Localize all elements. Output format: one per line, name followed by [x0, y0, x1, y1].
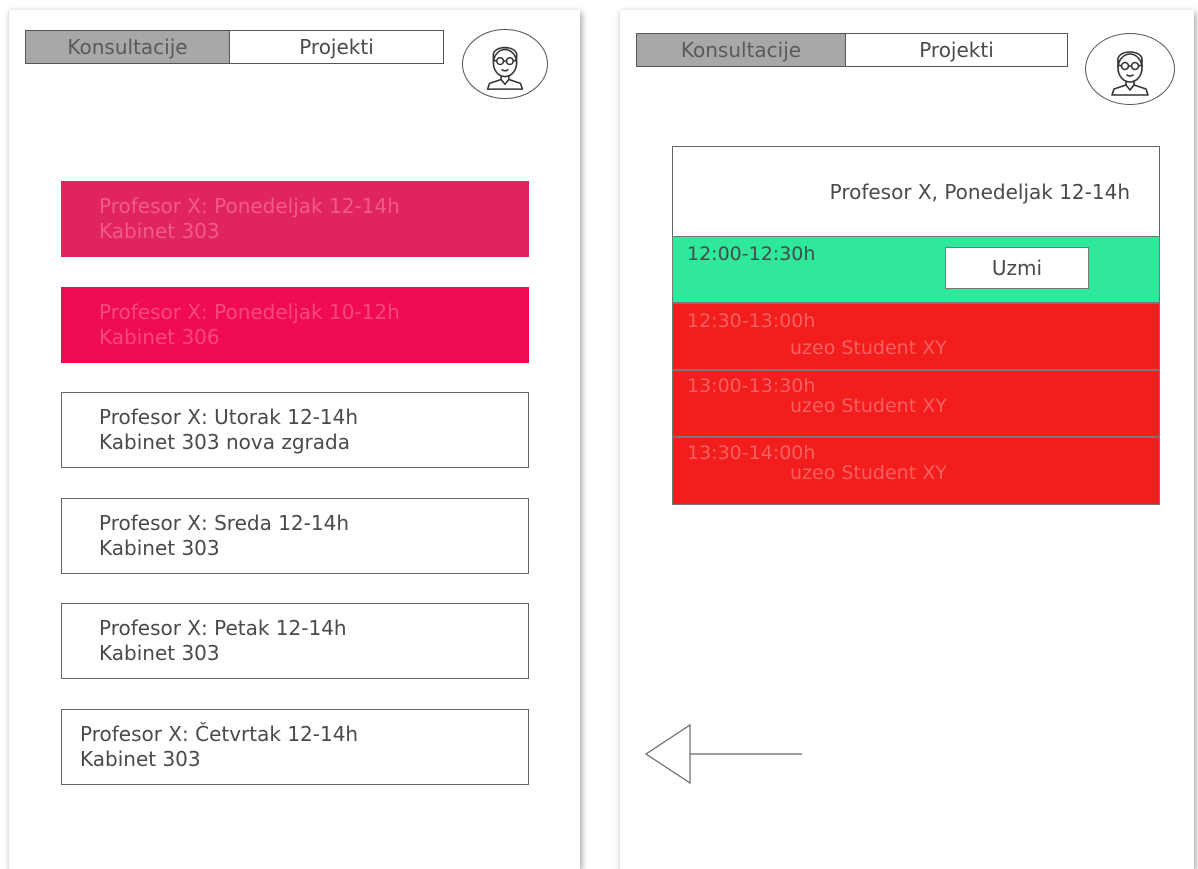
time-slot-1: 12:00-12:30h Uzmi [672, 236, 1160, 303]
consultation-item-5[interactable]: Profesor X: Petak 12-14h Kabinet 303 [61, 603, 529, 679]
slot-taken-by: uzeo Student XY [790, 337, 947, 359]
consultation-room: Kabinet 303 [99, 536, 220, 560]
time-slot-3: 13:00-13:30h uzeo Student XY [672, 370, 1160, 437]
consultation-detail-screen: Konsultacije Projekti Profesor X, Ponede… [619, 10, 1194, 869]
consultation-title: Profesor X: Ponedeljak 12-14h [99, 194, 400, 218]
tab-projekti[interactable]: Projekti [230, 31, 443, 63]
time-slot-2: 12:30-13:00h uzeo Student XY [672, 303, 1160, 370]
time-slot-4: 13:30-14:00h uzeo Student XY [672, 437, 1160, 505]
profile-avatar[interactable] [462, 29, 548, 99]
consultation-title: Profesor X: Utorak 12-14h [99, 405, 359, 429]
slot-taken-by: uzeo Student XY [790, 395, 947, 417]
consultation-title: Profesor X: Sreda 12-14h [99, 511, 349, 535]
arrow-left-icon[interactable] [644, 724, 804, 784]
tab-bar: Konsultacije Projekti [636, 33, 1068, 67]
slot-time: 13:00-13:30h [687, 375, 816, 397]
slot-time: 13:30-14:00h [687, 442, 816, 464]
consultation-room: Kabinet 306 [99, 325, 220, 349]
consultation-item-3[interactable]: Profesor X: Utorak 12-14h Kabinet 303 no… [61, 392, 529, 468]
consultation-room: Kabinet 303 [99, 641, 220, 665]
slot-time: 12:00-12:30h [687, 243, 816, 265]
user-avatar-icon [1111, 51, 1149, 96]
tab-projekti[interactable]: Projekti [846, 34, 1067, 66]
consultation-title: Profesor X: Četvrtak 12-14h [80, 722, 359, 746]
take-slot-button[interactable]: Uzmi [945, 247, 1089, 289]
tab-konsultacije[interactable]: Konsultacije [637, 34, 846, 66]
consultation-item-4[interactable]: Profesor X: Sreda 12-14h Kabinet 303 [61, 498, 529, 574]
consultation-item-1[interactable]: Profesor X: Ponedeljak 12-14h Kabinet 30… [61, 181, 529, 257]
consultation-item-6[interactable]: Profesor X: Četvrtak 12-14h Kabinet 303 [61, 709, 529, 785]
consultations-list-screen: Konsultacije Projekti Profesor X: Ponede… [8, 10, 580, 869]
time-slot-panel: Profesor X, Ponedeljak 12-14h 12:00-12:3… [672, 146, 1160, 505]
consultation-item-2[interactable]: Profesor X: Ponedeljak 10-12h Kabinet 30… [61, 287, 529, 363]
slot-taken-by: uzeo Student XY [790, 462, 947, 484]
tab-bar: Konsultacije Projekti [25, 30, 444, 64]
consultation-title: Profesor X: Ponedeljak 10-12h [99, 300, 400, 324]
consultation-room: Kabinet 303 [99, 219, 220, 243]
consultation-title: Profesor X: Petak 12-14h [99, 616, 347, 640]
profile-avatar[interactable] [1085, 33, 1175, 105]
consultation-room: Kabinet 303 nova zgrada [99, 430, 350, 454]
user-avatar-icon [486, 46, 524, 90]
consultation-header: Profesor X, Ponedeljak 12-14h [672, 146, 1160, 236]
tab-konsultacije[interactable]: Konsultacije [26, 31, 230, 63]
slot-time: 12:30-13:00h [687, 310, 816, 332]
consultation-room: Kabinet 303 [80, 747, 201, 771]
